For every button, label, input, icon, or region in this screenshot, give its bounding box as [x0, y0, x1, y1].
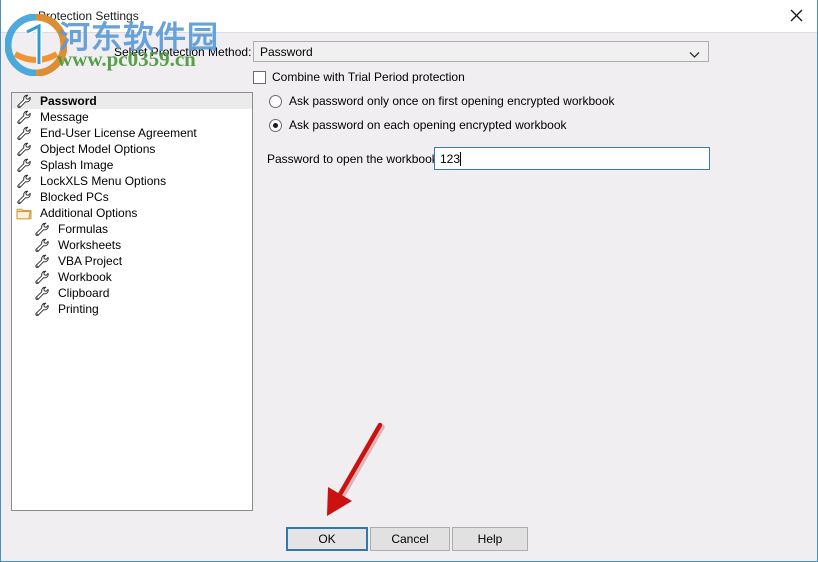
tree-item-end-user-license-agreement[interactable]: End-User License Agreement: [12, 125, 252, 141]
protection-method-dropdown[interactable]: Password: [253, 41, 709, 62]
tree-item-password[interactable]: Password: [12, 93, 252, 109]
tree-item-label: Formulas: [58, 222, 109, 236]
ok-button[interactable]: OK: [286, 527, 368, 551]
tree-item-label: LockXLS Menu Options: [40, 174, 167, 188]
password-field-label: Password to open the workbook:: [267, 152, 442, 166]
protection-method-value: Password: [260, 44, 313, 59]
tree-item-label: End-User License Agreement: [40, 126, 197, 140]
tree-item-label: Clipboard: [58, 286, 110, 300]
combine-trial-period-label: Combine with Trial Period protection: [272, 70, 465, 84]
radio-ask-once-label: Ask password only once on first opening …: [289, 94, 615, 108]
tree-item-vba-project[interactable]: VBA Project: [12, 253, 252, 269]
tree-item-blocked-pcs[interactable]: Blocked PCs: [12, 189, 252, 205]
tree-item-object-model-options[interactable]: Object Model Options: [12, 141, 252, 157]
wrench-icon: [16, 190, 36, 205]
window-title: Protection Settings: [38, 9, 139, 23]
radio-ask-each[interactable]: Ask password on each opening encrypted w…: [269, 118, 567, 132]
tree-item-label: Object Model Options: [40, 142, 156, 156]
tree-item-additional-options[interactable]: Additional Options: [12, 205, 252, 221]
close-icon[interactable]: [773, 0, 817, 31]
wrench-icon: [34, 302, 54, 317]
wrench-icon: [16, 142, 36, 157]
password-input[interactable]: 123: [434, 147, 710, 170]
wrench-icon: [16, 174, 36, 189]
wrench-icon: [16, 110, 36, 125]
wrench-icon: [34, 238, 54, 253]
tree-item-message[interactable]: Message: [12, 109, 252, 125]
tree-item-label: Password: [40, 94, 97, 108]
tree-item-label: Additional Options: [40, 206, 138, 220]
cancel-button[interactable]: Cancel: [370, 527, 450, 551]
radio-circle: [269, 94, 282, 108]
settings-tree[interactable]: Password Message End-User License Agreemen…: [11, 92, 253, 511]
wrench-icon: [34, 254, 54, 269]
radio-ask-each-label: Ask password on each opening encrypted w…: [289, 118, 567, 132]
tree-item-label: VBA Project: [58, 254, 123, 268]
wrench-icon: [34, 270, 54, 285]
tree-item-clipboard[interactable]: Clipboard: [12, 285, 252, 301]
tree-item-label: Worksheets: [58, 238, 122, 252]
radio-circle-selected: [269, 118, 282, 132]
tree-item-splash-image[interactable]: Splash Image: [12, 157, 252, 173]
checkbox-box: [253, 70, 266, 84]
wrench-icon: [16, 94, 36, 109]
wrench-icon: [16, 158, 36, 173]
title-bar: Protection Settings: [1, 0, 817, 33]
tree-item-lockxls-menu-options[interactable]: LockXLS Menu Options: [12, 173, 252, 189]
tree-item-label: Printing: [58, 302, 99, 316]
folder-icon: [16, 206, 36, 221]
wrench-icon: [34, 222, 54, 237]
password-input-value: 123: [440, 151, 461, 166]
tree-item-printing[interactable]: Printing: [12, 301, 252, 317]
protection-settings-dialog: Protection Settings Password Message End-U…: [0, 0, 818, 562]
tree-item-workbook[interactable]: Workbook: [12, 269, 252, 285]
tree-item-formulas[interactable]: Formulas: [12, 221, 252, 237]
select-protection-method-label: Select Protection Method:: [114, 45, 252, 59]
combine-trial-period-checkbox[interactable]: Combine with Trial Period protection: [253, 70, 465, 84]
radio-ask-once[interactable]: Ask password only once on first opening …: [269, 94, 615, 108]
tree-item-label: Blocked PCs: [40, 190, 109, 204]
help-button[interactable]: Help: [452, 527, 528, 551]
tree-item-worksheets[interactable]: Worksheets: [12, 237, 252, 253]
annotation-arrow: [327, 422, 385, 516]
chevron-down-icon: [689, 48, 700, 62]
tree-item-label: Message: [40, 110, 89, 124]
text-caret: [460, 151, 462, 166]
tree-item-label: Workbook: [58, 270, 112, 284]
wrench-icon: [34, 286, 54, 301]
tree-item-label: Splash Image: [40, 158, 114, 172]
wrench-icon: [16, 126, 36, 141]
